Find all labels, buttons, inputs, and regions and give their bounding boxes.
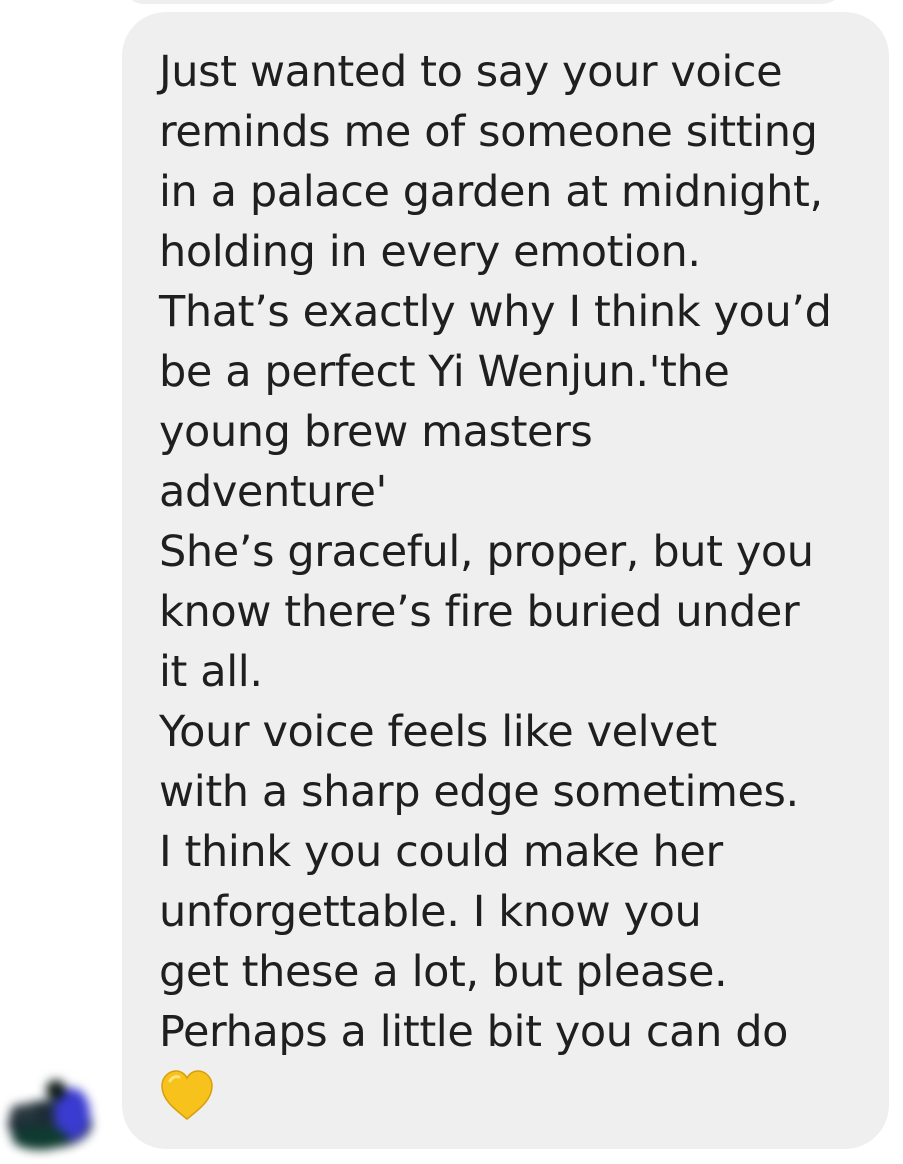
message-line: holding in every emotion. bbox=[159, 227, 701, 277]
previous-message-bubble[interactable] bbox=[122, 0, 844, 4]
message-line: be a perfect Yi Wenjun.'the bbox=[159, 347, 730, 397]
message-line: unforgettable. I know you bbox=[159, 887, 702, 937]
message-line: Perhaps a little bit you can do bbox=[159, 1007, 789, 1057]
message-line: Your voice feels like velvet bbox=[159, 707, 717, 757]
chat-thread: Just wanted to say your voice reminds me… bbox=[0, 0, 903, 1164]
message-line: I think you could make her bbox=[159, 827, 723, 877]
yellow-heart-icon bbox=[161, 1070, 213, 1120]
message-line: Just wanted to say your voice bbox=[159, 47, 783, 97]
message-line: reminds me of someone sitting bbox=[159, 107, 818, 157]
message-text: Just wanted to say your voice reminds me… bbox=[159, 42, 832, 1124]
message-line: it all. bbox=[159, 647, 263, 697]
message-line: know there’s fire buried under bbox=[159, 587, 800, 637]
sender-avatar[interactable] bbox=[2, 1068, 98, 1150]
message-line: adventure' bbox=[159, 467, 387, 517]
message-line: in a palace garden at midnight, bbox=[159, 167, 823, 217]
message-line: That’s exactly why I think you’d bbox=[159, 287, 832, 337]
message-line: get these a lot, but please. bbox=[159, 947, 728, 997]
message-line: She’s graceful, proper, but you bbox=[159, 527, 814, 577]
message-line: with a sharp edge sometimes. bbox=[159, 767, 799, 817]
message-line: young brew masters bbox=[159, 407, 593, 457]
